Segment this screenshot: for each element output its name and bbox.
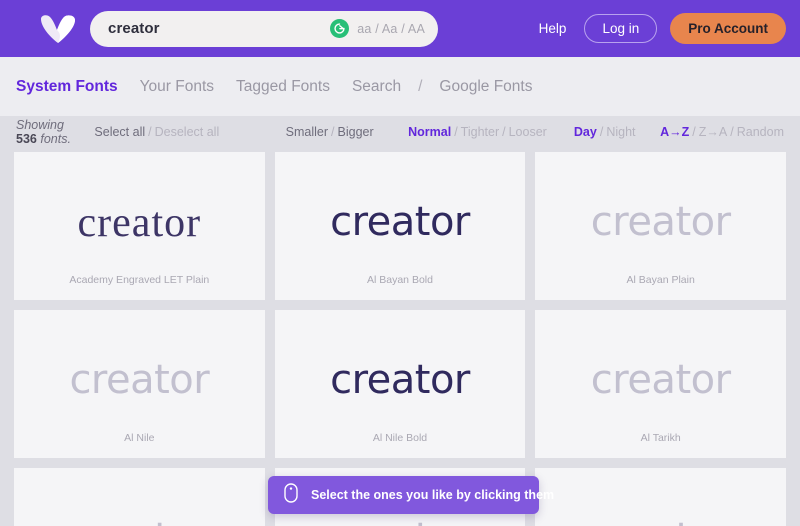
showing-count-label: Showing 536 fonts. [16, 118, 81, 146]
toolbar: Showing 536 fonts. Select all / Deselect… [0, 116, 800, 148]
pro-account-button[interactable]: Pro Account [670, 13, 786, 44]
selection-controls: Select all / Deselect all [94, 125, 219, 139]
font-card[interactable]: creator [14, 468, 265, 526]
font-sample: creator [330, 357, 470, 403]
theme-controls: Day / Night [574, 125, 636, 139]
spacing-controls: Normal / Tighter / Looser [408, 125, 547, 139]
search-input[interactable] [108, 20, 331, 37]
logo-svg [41, 14, 75, 43]
font-card[interactable]: creator Al Bayan Plain [535, 152, 786, 300]
spacing-normal-link[interactable]: Normal [408, 125, 451, 139]
size-slash: / [331, 125, 335, 139]
sort-slash-2: / [730, 125, 734, 139]
size-bigger-link[interactable]: Bigger [338, 125, 374, 139]
theme-night-link[interactable]: Night [606, 125, 635, 139]
font-sample: creator [591, 482, 731, 526]
select-all-link[interactable]: Select all [94, 125, 145, 139]
sort-random-link[interactable]: Random [737, 125, 784, 139]
case-option-upper[interactable]: AA [408, 22, 425, 36]
font-card[interactable]: creator [535, 468, 786, 526]
tab-google-fonts[interactable]: Google Fonts [428, 78, 543, 96]
tab-your-fonts[interactable]: Your Fonts [129, 78, 225, 96]
refresh-circle-icon[interactable] [330, 19, 350, 38]
font-sample: creator [590, 357, 731, 403]
showing-suffix: fonts. [40, 132, 71, 146]
size-controls: Smaller / Bigger [286, 125, 374, 139]
nav-tabs: System Fonts Your Fonts Tagged Fonts Sea… [0, 57, 800, 116]
wordmark-w-heart-logo[interactable] [38, 13, 78, 45]
showing-prefix: Showing [16, 118, 64, 132]
font-name: Al Nile [124, 432, 155, 444]
sort-az-link[interactable]: A→Z [660, 125, 689, 139]
spacing-slash-2: / [502, 125, 506, 139]
sel-slash: / [148, 125, 152, 139]
tab-tagged-fonts[interactable]: Tagged Fonts [225, 78, 341, 96]
showing-count: 536 [16, 132, 37, 146]
font-card[interactable]: creator Al Nile Bold [274, 310, 526, 458]
case-sep-2: / [401, 21, 405, 36]
font-grid: creator Academy Engraved LET Plain creat… [0, 148, 800, 526]
font-card[interactable]: creator Al Nile [14, 310, 265, 458]
font-card[interactable]: creator Al Tarikh [535, 310, 786, 458]
search-box[interactable]: aa / Aa / AA [90, 10, 438, 47]
font-name: Al Tarikh [640, 432, 681, 444]
sort-controls: A→Z / Z→A / Random [660, 125, 784, 139]
font-name: Academy Engraved LET Plain [69, 274, 210, 286]
help-link[interactable]: Help [539, 21, 567, 36]
case-options[interactable]: aa / Aa / AA [357, 22, 425, 36]
theme-slash: / [599, 125, 604, 139]
font-sample: creator [69, 357, 210, 403]
spacing-looser-link[interactable]: Looser [509, 125, 547, 139]
spacing-tighter-link[interactable]: Tighter [461, 125, 499, 139]
app-root: aa / Aa / AA Help Log in Pro Account Sys… [0, 0, 800, 526]
font-card[interactable]: creator Academy Engraved LET Plain [14, 152, 265, 300]
theme-day-link[interactable]: Day [574, 125, 597, 139]
deselect-all-link[interactable]: Deselect all [155, 125, 220, 139]
case-option-lower[interactable]: aa [357, 22, 371, 36]
sort-slash-1: / [692, 125, 696, 139]
refresh-glyph [334, 23, 345, 34]
nav-separator: / [418, 77, 423, 95]
hint-toast-text: Select the ones you like by clicking the… [311, 488, 555, 502]
app-header: aa / Aa / AA Help Log in Pro Account [0, 0, 800, 57]
font-sample: creator [330, 199, 470, 245]
font-name: Al Bayan Bold [367, 274, 433, 286]
font-card[interactable]: creator Al Bayan Bold [274, 152, 526, 300]
font-name: Al Bayan Plain [626, 274, 695, 286]
case-option-title[interactable]: Aa [382, 22, 398, 36]
font-sample: creator [77, 200, 202, 246]
font-name: Al Nile Bold [372, 432, 428, 444]
font-sample: creator [590, 199, 731, 245]
size-smaller-link[interactable]: Smaller [286, 125, 328, 139]
tab-system-fonts[interactable]: System Fonts [16, 78, 129, 96]
case-sep-1: / [375, 21, 379, 36]
mouse-glyph [284, 482, 298, 503]
login-button[interactable]: Log in [584, 14, 658, 43]
spacing-slash-1: / [454, 125, 458, 139]
hint-toast[interactable]: Select the ones you like by clicking the… [268, 476, 554, 514]
sort-za-link[interactable]: Z→A [699, 125, 727, 139]
font-sample: creator [69, 482, 209, 526]
mouse-cursor-icon [284, 482, 298, 508]
tab-search[interactable]: Search [341, 78, 412, 96]
